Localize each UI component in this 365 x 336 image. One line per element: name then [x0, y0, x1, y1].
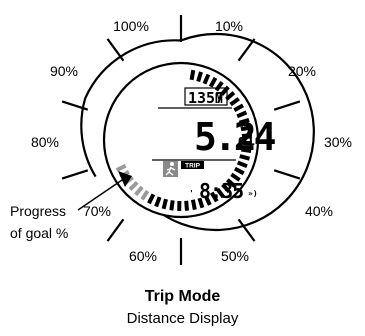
- percent-label-50: 50%: [221, 248, 249, 264]
- time-value: 8:35: [199, 179, 243, 203]
- progress-segment: [190, 199, 197, 210]
- time-suffix-icon: »): [248, 189, 258, 198]
- unit-lower: di: [238, 133, 255, 149]
- percent-label-100: 100%: [113, 18, 149, 34]
- progress-segment: [189, 69, 196, 81]
- tick-mark: [237, 38, 256, 62]
- progress-segment: [169, 200, 175, 211]
- percent-label-20: 20%: [288, 63, 316, 79]
- percent-label-80: 80%: [31, 134, 59, 150]
- tick-mark: [106, 218, 125, 242]
- caption-subtitle: Distance Display: [126, 310, 239, 327]
- unit-km: km: [240, 122, 248, 130]
- percent-label-90: 90%: [50, 63, 78, 79]
- tick-mark: [61, 169, 89, 180]
- progress-segment: [161, 198, 168, 210]
- percent-label-10: 10%: [215, 18, 243, 34]
- tick-mark: [273, 169, 301, 180]
- caption-title: Trip Mode: [144, 288, 221, 305]
- time-indicator-mark: ': [189, 189, 194, 198]
- trip-badge-text: TRIP: [185, 163, 200, 170]
- callout-label-line2: of goal %: [10, 225, 68, 241]
- progress-segment: [184, 200, 189, 211]
- tick-mark: [106, 38, 125, 62]
- percent-label-60: 60%: [129, 248, 157, 264]
- callout-label-line1: Progress: [10, 203, 66, 219]
- runner-icon: [163, 161, 178, 177]
- tick-mark: [273, 100, 301, 111]
- main-distance-value: 5.24: [194, 115, 276, 159]
- percent-label-70: 70%: [83, 203, 111, 219]
- watch-diagram: 1357 M 5.24 km di TRIP ' 8:35 ») 10% 20%…: [10, 15, 352, 265]
- percent-label-30: 30%: [324, 134, 352, 150]
- progress-segment: [196, 71, 203, 83]
- top-unit: M: [215, 92, 223, 107]
- percent-label-40: 40%: [305, 203, 333, 219]
- outer-ring-left: [80, 97, 97, 178]
